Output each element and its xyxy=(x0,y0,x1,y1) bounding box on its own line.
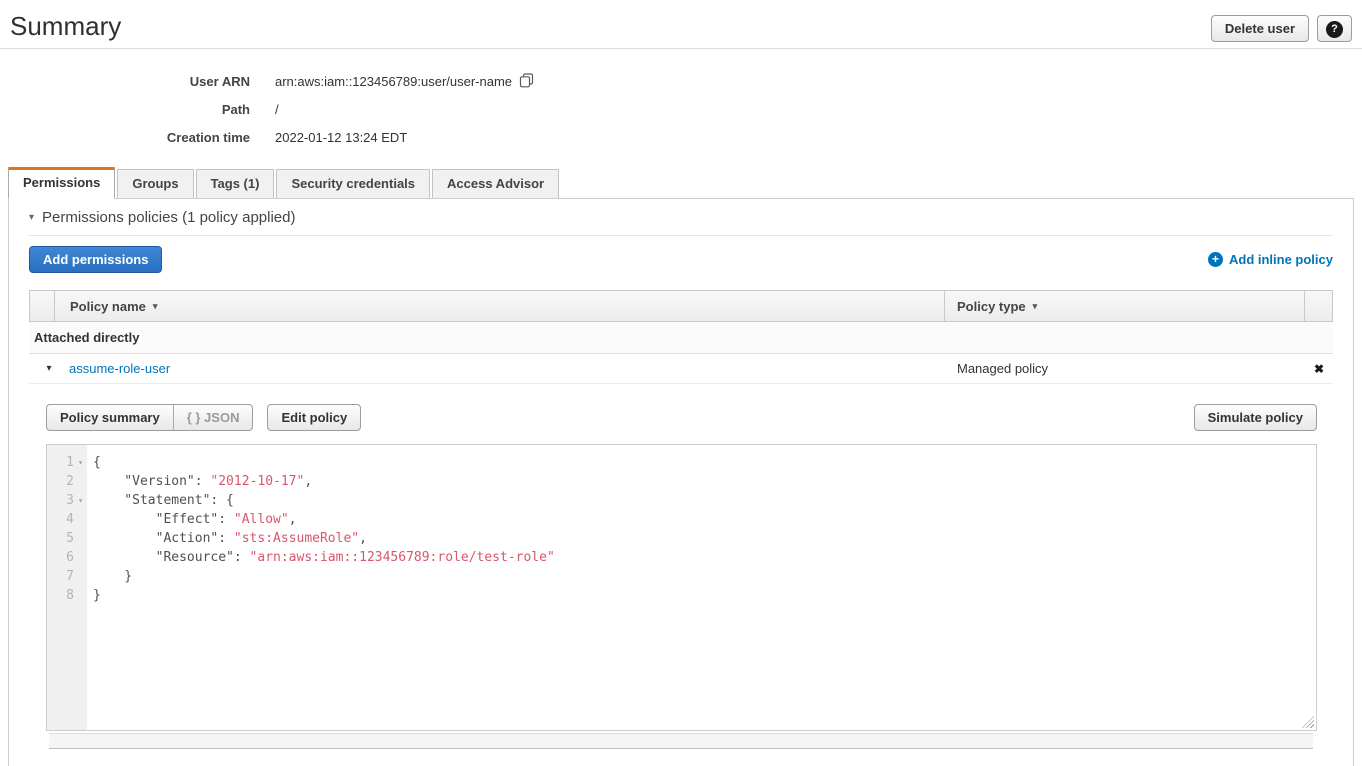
policy-detail-toolbar: Policy summary { } JSON Edit policy Simu… xyxy=(46,404,1317,431)
policy-type-column-header[interactable]: Policy type ▾ xyxy=(944,291,1304,321)
copy-icon[interactable] xyxy=(519,73,534,91)
add-permissions-button[interactable]: Add permissions xyxy=(29,246,162,273)
header-actions: Delete user ? xyxy=(1211,15,1352,42)
fold-spacer xyxy=(74,548,87,567)
meta-row-creation-time: Creation time 2022-01-12 13:24 EDT xyxy=(0,123,1362,151)
attached-directly-group-row: Attached directly xyxy=(29,322,1333,354)
actions-column-header xyxy=(1304,291,1332,321)
tab-security-credentials[interactable]: Security credentials xyxy=(276,169,430,198)
edit-policy-button[interactable]: Edit policy xyxy=(267,404,361,431)
permissions-tab-panel: ▾ Permissions policies (1 policy applied… xyxy=(8,198,1354,766)
detach-policy-icon[interactable]: ✖ xyxy=(1314,362,1324,376)
add-inline-policy-label: Add inline policy xyxy=(1229,252,1333,267)
user-meta: User ARN arn:aws:iam::123456789:user/use… xyxy=(0,49,1362,167)
policy-summary-button[interactable]: Policy summary xyxy=(47,405,173,430)
code-line: 1▾{ xyxy=(47,453,1316,472)
policy-json-editor[interactable]: 1▾{2 "Version": "2012-10-17",3▾ "Stateme… xyxy=(46,444,1317,731)
line-number: 6 xyxy=(47,548,74,567)
delete-user-button[interactable]: Delete user xyxy=(1211,15,1309,42)
creation-time-value: 2022-01-12 13:24 EDT xyxy=(275,130,407,145)
sort-caret-icon: ▾ xyxy=(153,301,158,312)
creation-time-label: Creation time xyxy=(0,130,250,145)
plus-icon: + xyxy=(1208,252,1223,267)
policies-table-header: Policy name ▾ Policy type ▾ xyxy=(29,290,1333,322)
json-view-button[interactable]: { } JSON xyxy=(173,405,253,430)
permissions-policies-section-header[interactable]: ▾ Permissions policies (1 policy applied… xyxy=(29,199,1333,236)
policy-view-toggle: Policy summary { } JSON xyxy=(46,404,253,431)
code-text: "Statement": { xyxy=(87,491,234,510)
tab-bar: Permissions Groups Tags (1) Security cre… xyxy=(8,167,1354,198)
user-arn-label: User ARN xyxy=(0,74,250,89)
code-text: "Resource": "arn:aws:iam::123456789:role… xyxy=(87,548,555,567)
help-button[interactable]: ? xyxy=(1317,15,1352,42)
tab-access-advisor[interactable]: Access Advisor xyxy=(432,169,559,198)
code-line: 8} xyxy=(47,586,1316,605)
page-title: Summary xyxy=(10,10,121,42)
policy-detail-panel: Policy summary { } JSON Edit policy Simu… xyxy=(29,384,1333,733)
code-area: 1▾{2 "Version": "2012-10-17",3▾ "Stateme… xyxy=(47,453,1316,605)
path-value: / xyxy=(275,102,279,117)
code-line: 7 } xyxy=(47,567,1316,586)
policy-name-link[interactable]: assume-role-user xyxy=(69,361,170,376)
meta-row-user-arn: User ARN arn:aws:iam::123456789:user/use… xyxy=(0,67,1362,95)
code-line: 3▾ "Statement": { xyxy=(47,491,1316,510)
line-number: 5 xyxy=(47,529,74,548)
tab-tags[interactable]: Tags (1) xyxy=(196,169,275,198)
help-icon: ? xyxy=(1326,21,1343,38)
code-text: } xyxy=(87,586,101,605)
simulate-policy-button[interactable]: Simulate policy xyxy=(1194,404,1317,431)
line-number: 2 xyxy=(47,472,74,491)
policy-row: ▾ assume-role-user Managed policy ✖ xyxy=(29,354,1333,384)
tab-groups[interactable]: Groups xyxy=(117,169,193,198)
row-expander-icon[interactable]: ▾ xyxy=(29,363,69,374)
code-text: "Effect": "Allow", xyxy=(87,510,297,529)
code-text: "Action": "sts:AssumeRole", xyxy=(87,529,367,548)
code-text: { xyxy=(87,453,101,472)
sort-caret-icon: ▾ xyxy=(1033,301,1038,312)
policy-actions-row: Add permissions + Add inline policy xyxy=(29,246,1333,272)
code-line: 4 "Effect": "Allow", xyxy=(47,510,1316,529)
page-header: Summary Delete user ? xyxy=(0,0,1362,42)
resize-handle[interactable] xyxy=(1302,716,1314,728)
code-text: "Version": "2012-10-17", xyxy=(87,472,312,491)
line-number: 7 xyxy=(47,567,74,586)
collapse-icon: ▾ xyxy=(29,212,34,223)
policies-table: Policy name ▾ Policy type ▾ Attached dir… xyxy=(29,290,1333,749)
policy-type-value: Managed policy xyxy=(945,361,1305,376)
code-line: 5 "Action": "sts:AssumeRole", xyxy=(47,529,1316,548)
fold-spacer xyxy=(74,529,87,548)
tab-permissions[interactable]: Permissions xyxy=(8,167,115,199)
table-footer-strip xyxy=(49,733,1313,749)
fold-spacer xyxy=(74,586,87,605)
line-number: 8 xyxy=(47,586,74,605)
meta-row-path: Path / xyxy=(0,95,1362,123)
fold-icon[interactable]: ▾ xyxy=(74,453,87,472)
add-inline-policy-link[interactable]: + Add inline policy xyxy=(1208,252,1333,267)
path-label: Path xyxy=(0,102,250,117)
code-line: 2 "Version": "2012-10-17", xyxy=(47,472,1316,491)
line-number: 1 xyxy=(47,453,74,472)
user-arn-value: arn:aws:iam::123456789:user/user-name xyxy=(275,74,512,89)
iam-user-summary-page: Summary Delete user ? User ARN arn:aws:i… xyxy=(0,0,1362,766)
fold-spacer xyxy=(74,472,87,491)
expander-column-header xyxy=(30,291,55,321)
line-number: 4 xyxy=(47,510,74,529)
fold-spacer xyxy=(74,510,87,529)
fold-icon[interactable]: ▾ xyxy=(74,491,87,510)
fold-spacer xyxy=(74,567,87,586)
policy-name-column-header[interactable]: Policy name ▾ xyxy=(55,291,944,321)
code-text: } xyxy=(87,567,132,586)
permissions-policies-title: Permissions policies (1 policy applied) xyxy=(42,209,295,226)
line-number: 3 xyxy=(47,491,74,510)
code-line: 6 "Resource": "arn:aws:iam::123456789:ro… xyxy=(47,548,1316,567)
